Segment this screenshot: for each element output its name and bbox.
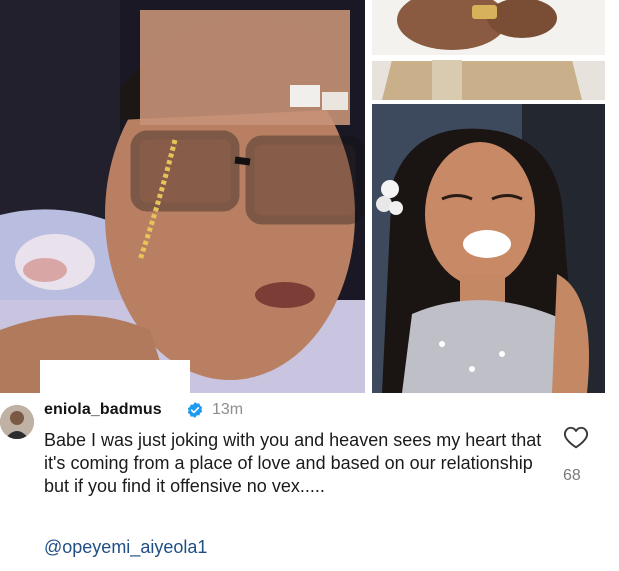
right-photo [372,104,605,393]
verified-badge-icon [187,402,203,418]
heart-icon[interactable] [563,425,589,449]
photo-collage [0,0,610,393]
left-photo [0,0,365,393]
comment-text: Babe I was just joking with you and heav… [44,430,542,496]
comment-card: eniola_badmus 13m Babe I was just joking… [0,393,619,571]
comment-timestamp: 13m [212,401,244,418]
avatar[interactable] [0,405,34,439]
comment-username[interactable]: eniola_badmus [44,401,162,419]
like-count: 68 [563,467,581,484]
comment-mention-link[interactable]: @opeyemi_aiyeola1 [44,537,207,558]
top-right-photo [372,0,605,100]
